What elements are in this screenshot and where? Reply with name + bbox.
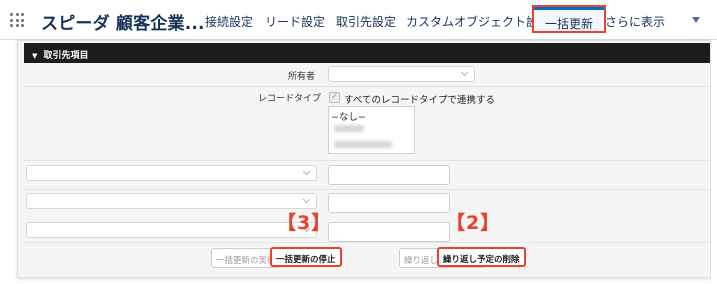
nav-more[interactable]: さらに表示 xyxy=(605,13,665,30)
source-field-select[interactable] xyxy=(26,193,317,209)
chevron-down-icon xyxy=(302,195,311,204)
owner-label: 所有者 xyxy=(288,72,316,82)
section-header[interactable]: ▼ 取引先項目 xyxy=(24,43,710,63)
record-type-option-none[interactable]: −なし− xyxy=(329,107,414,123)
bulk-update-panel: ▼ 取引先項目 所有者 レコードタイプ ✓ すべてのレコードタイプで連携する −… xyxy=(17,40,711,278)
target-field-input[interactable] xyxy=(328,165,450,185)
owner-select[interactable] xyxy=(328,66,475,82)
stop-bulk-update-button[interactable]: 一括更新の停止 xyxy=(270,247,342,267)
divider xyxy=(24,160,710,161)
nav-item-account-settings[interactable]: 取引先設定 xyxy=(336,13,396,30)
nav-item-bulk-update[interactable]: 一括更新 xyxy=(532,5,607,33)
app-launcher-icon[interactable] xyxy=(10,13,24,27)
app-name: スピーダ 顧客企業... xyxy=(41,14,205,34)
triangle-down-icon: ▼ xyxy=(32,52,38,60)
source-field-select[interactable] xyxy=(26,165,317,181)
divider xyxy=(24,242,710,243)
section-title: 取引先項目 xyxy=(43,51,89,61)
nav-item-connection-settings[interactable]: 接続設定 xyxy=(205,13,253,30)
chevron-down-icon xyxy=(460,68,469,77)
nav-item-lead-settings[interactable]: リード設定 xyxy=(265,13,325,30)
redacted-option xyxy=(334,141,392,148)
source-field-select[interactable] xyxy=(26,222,317,238)
target-field-input[interactable] xyxy=(328,222,450,242)
record-type-label: レコードタイプ xyxy=(258,94,322,104)
redacted-option xyxy=(334,125,364,132)
all-record-types-checkbox[interactable]: ✓ xyxy=(329,92,340,103)
callout-two: 【2】 xyxy=(446,212,501,234)
top-navigation: スピーダ 顧客企業... 接続設定 リード設定 取引先設定 カスタムオブジェクト… xyxy=(0,0,717,40)
chevron-down-icon xyxy=(302,167,311,176)
all-record-types-checkbox-label: すべてのレコードタイプで連携する xyxy=(344,95,495,106)
page-edge xyxy=(711,40,717,278)
delete-schedule-button[interactable]: 繰り返し予定の削除 xyxy=(437,247,526,267)
chevron-down-icon[interactable] xyxy=(692,17,700,23)
divider xyxy=(24,86,710,87)
callout-three: 【3】 xyxy=(277,212,332,234)
target-field-input[interactable] xyxy=(328,193,450,213)
nav-item-custom-object-settings[interactable]: カスタムオブジェクト設定 xyxy=(406,13,550,30)
divider xyxy=(24,189,710,190)
